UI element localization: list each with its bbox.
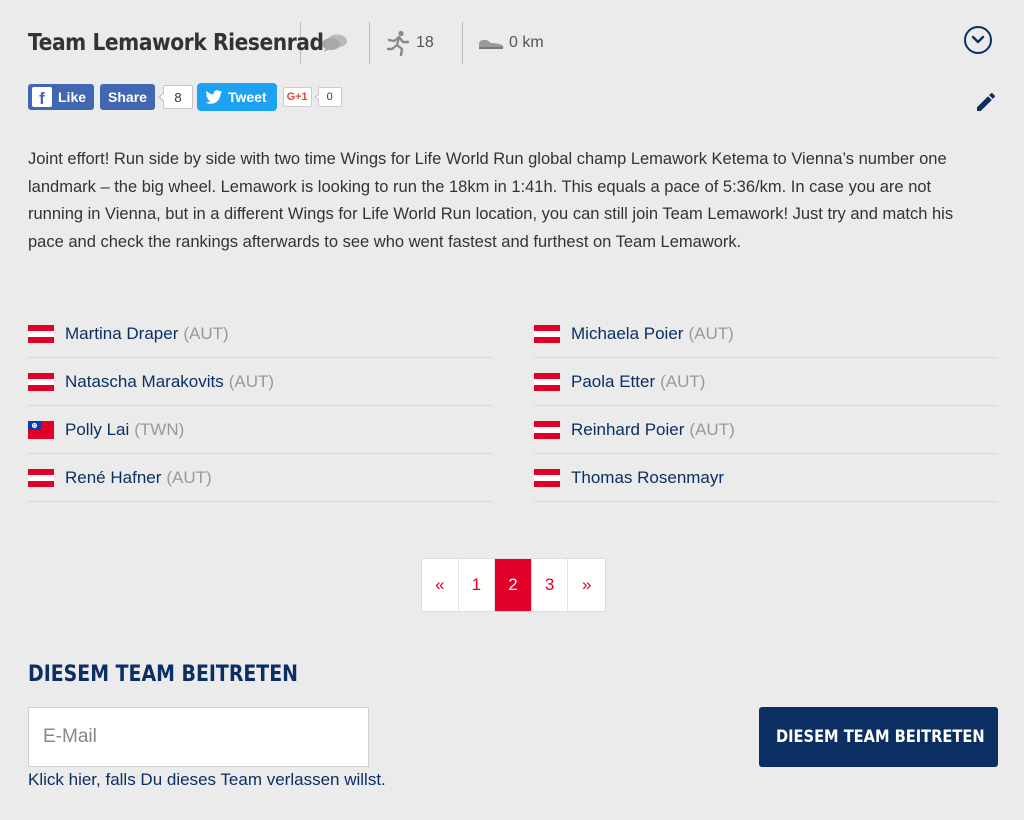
expand-button[interactable] [964, 26, 992, 54]
share-label: Share [108, 89, 147, 105]
like-label: Like [58, 89, 87, 105]
austria-flag-icon [28, 468, 54, 487]
member-list: Martina Draper (AUT) Michaela Poier (AUT) Na… [28, 310, 998, 502]
team-header: Team Lemawork Riesenrad 18 0 km [28, 22, 996, 64]
gplus-label: G+1 [286, 91, 308, 103]
member-country: (AUT) [166, 467, 212, 487]
pagination-prev[interactable]: « [422, 559, 459, 611]
taiwan-flag-icon [28, 420, 54, 439]
member-country: (AUT) [689, 419, 735, 439]
member-name[interactable]: Reinhard Poier [571, 420, 684, 440]
distance-stat: 0 km [463, 34, 544, 52]
join-team-button[interactable]: DIESEM TEAM BEITRETEN [759, 707, 998, 767]
member-name[interactable]: Michaela Poier [571, 324, 683, 344]
member-name[interactable]: Martina Draper [65, 324, 178, 344]
edit-button[interactable] [974, 90, 998, 114]
austria-flag-icon [534, 372, 560, 391]
member-item: Natascha Marakovits (AUT) [28, 358, 492, 406]
facebook-like-button[interactable]: f Like [28, 84, 95, 110]
members-count: 18 [416, 34, 434, 51]
google-plus-button[interactable]: G+1 [282, 87, 312, 107]
twitter-bird-icon [205, 89, 223, 104]
austria-flag-icon [534, 468, 560, 487]
member-country: (AUT) [660, 371, 706, 391]
distance-value: 0 km [509, 34, 544, 51]
facebook-share-button[interactable]: Share [100, 84, 155, 110]
pencil-icon [977, 92, 996, 111]
member-country: (AUT) [228, 371, 275, 391]
member-item: René Hafner (AUT) [28, 454, 492, 502]
member-item: Martina Draper (AUT) [28, 310, 492, 358]
chevron-down-circle-icon [971, 35, 985, 44]
member-name[interactable]: René Hafner [65, 468, 161, 488]
austria-flag-icon [28, 372, 54, 391]
member-country: (AUT) [183, 323, 229, 343]
member-name[interactable]: Natascha Marakovits [65, 372, 224, 392]
pagination-next[interactable]: » [568, 559, 605, 611]
member-item: Thomas Rosenmayr [534, 454, 998, 502]
email-input[interactable] [28, 707, 369, 767]
member-item: Polly Lai (TWN) [28, 406, 492, 454]
team-title: Team Lemawork Riesenrad [28, 30, 324, 56]
member-name[interactable]: Paola Etter [571, 372, 655, 392]
tweet-label: Tweet [227, 89, 267, 105]
pagination: «1 2 3» [421, 558, 606, 612]
join-heading: DIESEM TEAM BEITRETEN [28, 662, 298, 687]
share-count: 8 [157, 85, 193, 109]
gplus-count: 0 [313, 87, 342, 107]
member-country: (TWN) [134, 419, 185, 439]
leave-team-link[interactable]: Klick hier, falls Du dieses Team verlass… [28, 770, 386, 790]
social-buttons: f Like Share 8 Tweet G+1 0 [28, 82, 342, 112]
running-shoe-icon [479, 40, 504, 49]
pagination-page-2[interactable]: 2 [495, 559, 532, 611]
join-button-label: DIESEM TEAM BEITRETEN [775, 727, 985, 747]
austria-flag-icon [534, 420, 560, 439]
pagination-page-3[interactable]: 3 [532, 559, 569, 611]
pagination-page-1[interactable]: 1 [459, 559, 496, 611]
member-name[interactable]: Polly Lai [65, 420, 129, 440]
member-name[interactable]: Thomas Rosenmayr [571, 468, 724, 488]
member-country: (AUT) [688, 323, 734, 343]
austria-flag-icon [534, 324, 560, 343]
austria-flag-icon [28, 324, 54, 343]
team-description: Joint effort! Run side by side with two … [28, 150, 954, 251]
member-item: Michaela Poier (AUT) [534, 310, 998, 358]
runner-icon [386, 30, 410, 56]
chat-bubbles-icon [322, 34, 347, 52]
member-item: Paola Etter (AUT) [534, 358, 998, 406]
tweet-button[interactable]: Tweet [196, 83, 277, 111]
members-stat: 18 [370, 30, 462, 56]
member-item: Reinhard Poier (AUT) [534, 406, 998, 454]
facebook-icon: f [32, 87, 52, 107]
